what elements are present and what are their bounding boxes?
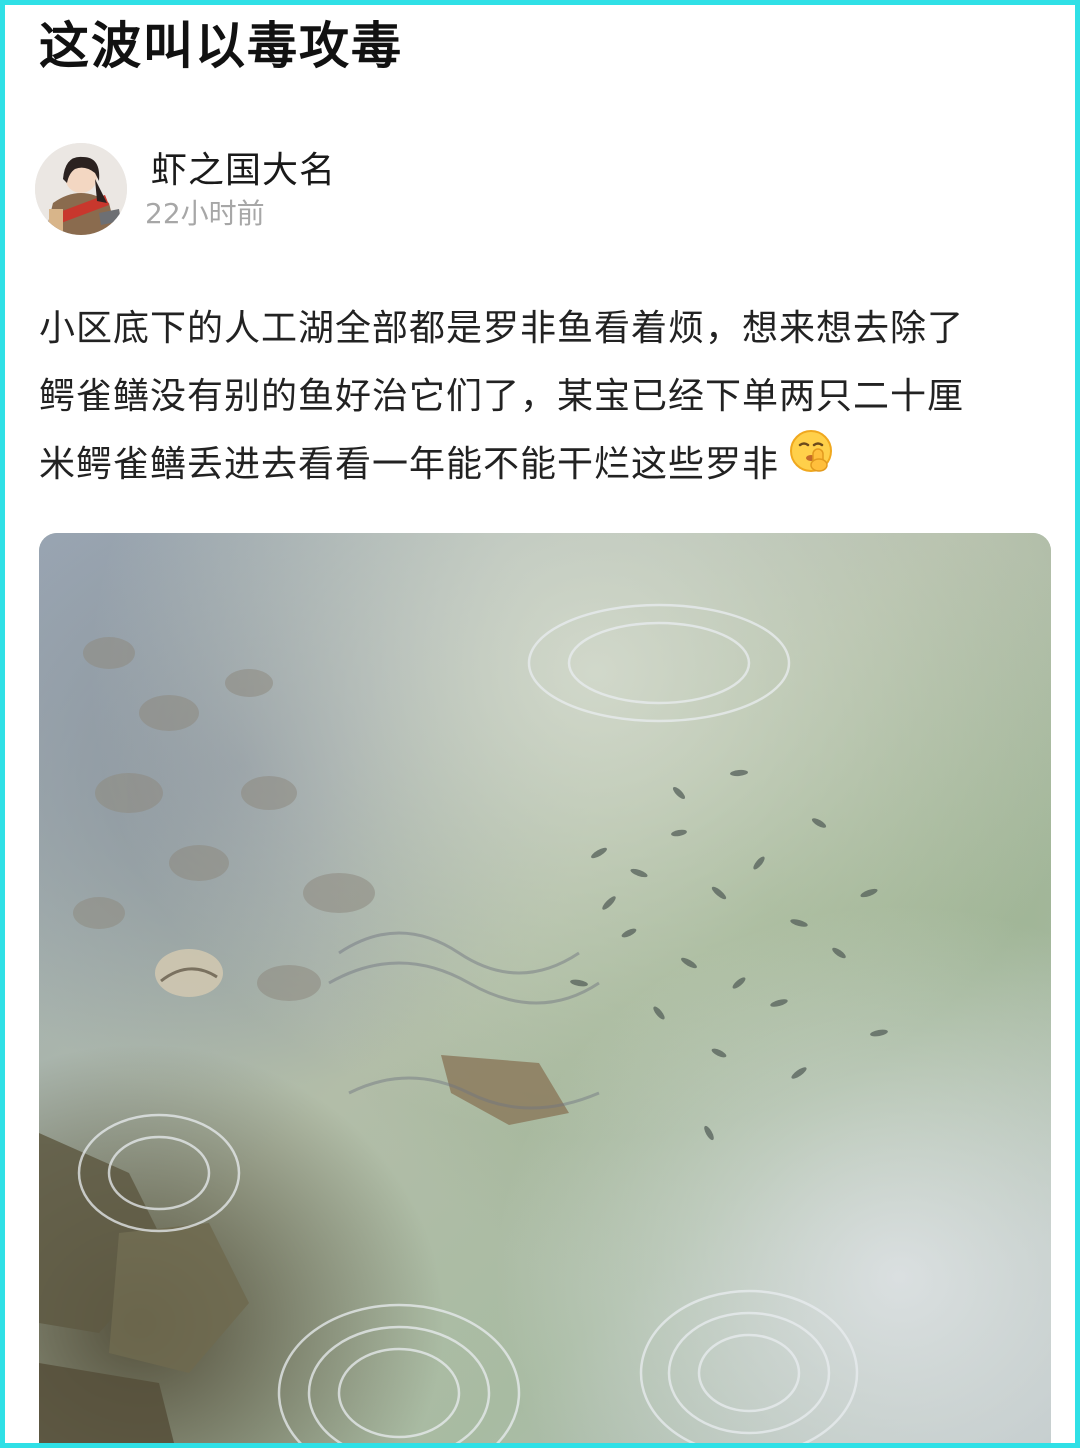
post-body: 小区底下的人工湖全部都是罗非鱼看着烦，想来想去除了 鳄雀鳝没有别的鱼好治它们了，… xyxy=(39,295,1039,500)
post-body-line: 小区底下的人工湖全部都是罗非鱼看着烦，想来想去除了 xyxy=(39,308,965,349)
author-name[interactable]: 虾之国大名 xyxy=(151,147,336,195)
post-body-line-text: 米鳄雀鳝丢进去看看一年能不能干烂这些罗非 xyxy=(39,444,780,485)
shushing-face-emoji-icon xyxy=(789,428,833,496)
pond-water-with-fish-photo-icon xyxy=(39,533,1051,1443)
post-title: 这波叫以毒攻毒 xyxy=(39,17,403,75)
post-body-line: 鳄雀鳝没有别的鱼好治它们了，某宝已经下单两只二十厘 xyxy=(39,376,965,417)
anime-character-avatar-icon xyxy=(35,143,127,235)
author-row[interactable]: 虾之国大名 22小时前 xyxy=(35,143,635,239)
post-card: 这波叫以毒攻毒 虾之国大名 22小时前 小区底下的人工湖全部都是罗非鱼看着烦，想… xyxy=(0,0,1080,1448)
post-body-line-last: 米鳄雀鳝丢进去看看一年能不能干烂这些罗非 xyxy=(39,428,1039,500)
post-time: 22小时前 xyxy=(145,197,265,230)
avatar[interactable] xyxy=(35,143,127,235)
post-photo[interactable] xyxy=(39,533,1051,1443)
